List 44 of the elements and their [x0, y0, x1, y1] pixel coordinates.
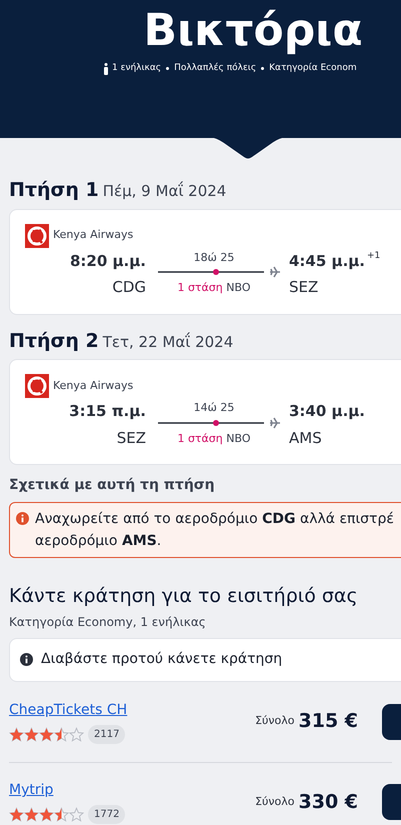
- provider-link[interactable]: Mytrip: [9, 780, 256, 801]
- departure-airport: CDG: [112, 277, 146, 298]
- alert-icon: [16, 512, 29, 525]
- arrival-airport: AMS: [289, 428, 322, 448]
- departure-time: 3:15 π.μ.: [69, 401, 146, 422]
- airline-name: Kenya Airways: [53, 378, 134, 394]
- flight-duration: 18ώ 25: [194, 250, 234, 266]
- stops-info: 1 στάση NBO: [177, 430, 251, 446]
- arrival-time: 3:40 μ.μ.: [289, 401, 366, 422]
- arrival-time: 4:45 μ.μ.: [289, 250, 366, 272]
- booking-title: Κάντε κράτηση για το εισιτήριό σας: [9, 584, 359, 609]
- flight-label: Πτήση 1: [9, 178, 99, 203]
- departure-airport: SEZ: [116, 428, 146, 448]
- total-label: Σύνολο: [255, 713, 294, 730]
- day-offset: +1: [367, 250, 380, 262]
- departure-time: 8:20 μ.μ.: [70, 250, 146, 272]
- route-line-icon: [158, 266, 280, 278]
- flight-label: Πτήση 2: [9, 328, 99, 354]
- trip-detail: Πολλαπλές πόλεις: [174, 62, 256, 75]
- provider-link[interactable]: CheapTickets CH: [9, 700, 256, 720]
- flight-card[interactable]: Kenya Airways 3:15 π.μ. SEZ 14ώ 25 1 στάση NBO 3:40 μ.μ. AMS: [9, 359, 401, 465]
- info-text: Διαβάστε προτού κάνετε κράτηση: [41, 650, 282, 669]
- booking-subtitle: Κατηγορία Economy, 1 ενήλικας: [9, 614, 207, 630]
- airline-logo-icon: [25, 374, 49, 398]
- review-count: 2117: [88, 724, 126, 744]
- review-count: 1772: [88, 805, 126, 824]
- flight-date: Πέμ, 9 Μαΐ 2024: [102, 180, 226, 202]
- route-line-icon: [158, 416, 280, 428]
- airline-logo-icon: [25, 224, 49, 248]
- flight-duration: 14ώ 25: [194, 400, 234, 416]
- price: 330 €: [298, 790, 358, 815]
- warning-message: Αναχωρείτε από το αεροδρόμιο CDG αλλά επιστρέ αεροδρόμιο AMS.: [35, 510, 394, 551]
- trip-detail: Κατηγορία Econom: [269, 62, 357, 75]
- airline-name: Kenya Airways: [53, 227, 134, 244]
- info-icon: [20, 653, 33, 666]
- total-label: Σύνολο: [255, 794, 294, 810]
- info-bar[interactable]: Διαβάστε προτού κάνετε κράτηση: [9, 638, 401, 682]
- notice-heading: Σχετικά με αυτή τη πτήση: [9, 476, 216, 495]
- arrival-airport: SEZ: [289, 277, 318, 298]
- trip-detail: 1 ενήλικας: [112, 62, 162, 75]
- price: 315 €: [298, 709, 358, 734]
- destination-title: Βικτόρια: [143, 4, 363, 58]
- flight-date: Τετ, 22 Μαΐ 2024: [102, 331, 234, 352]
- stops-info: 1 στάση NBO: [177, 280, 251, 296]
